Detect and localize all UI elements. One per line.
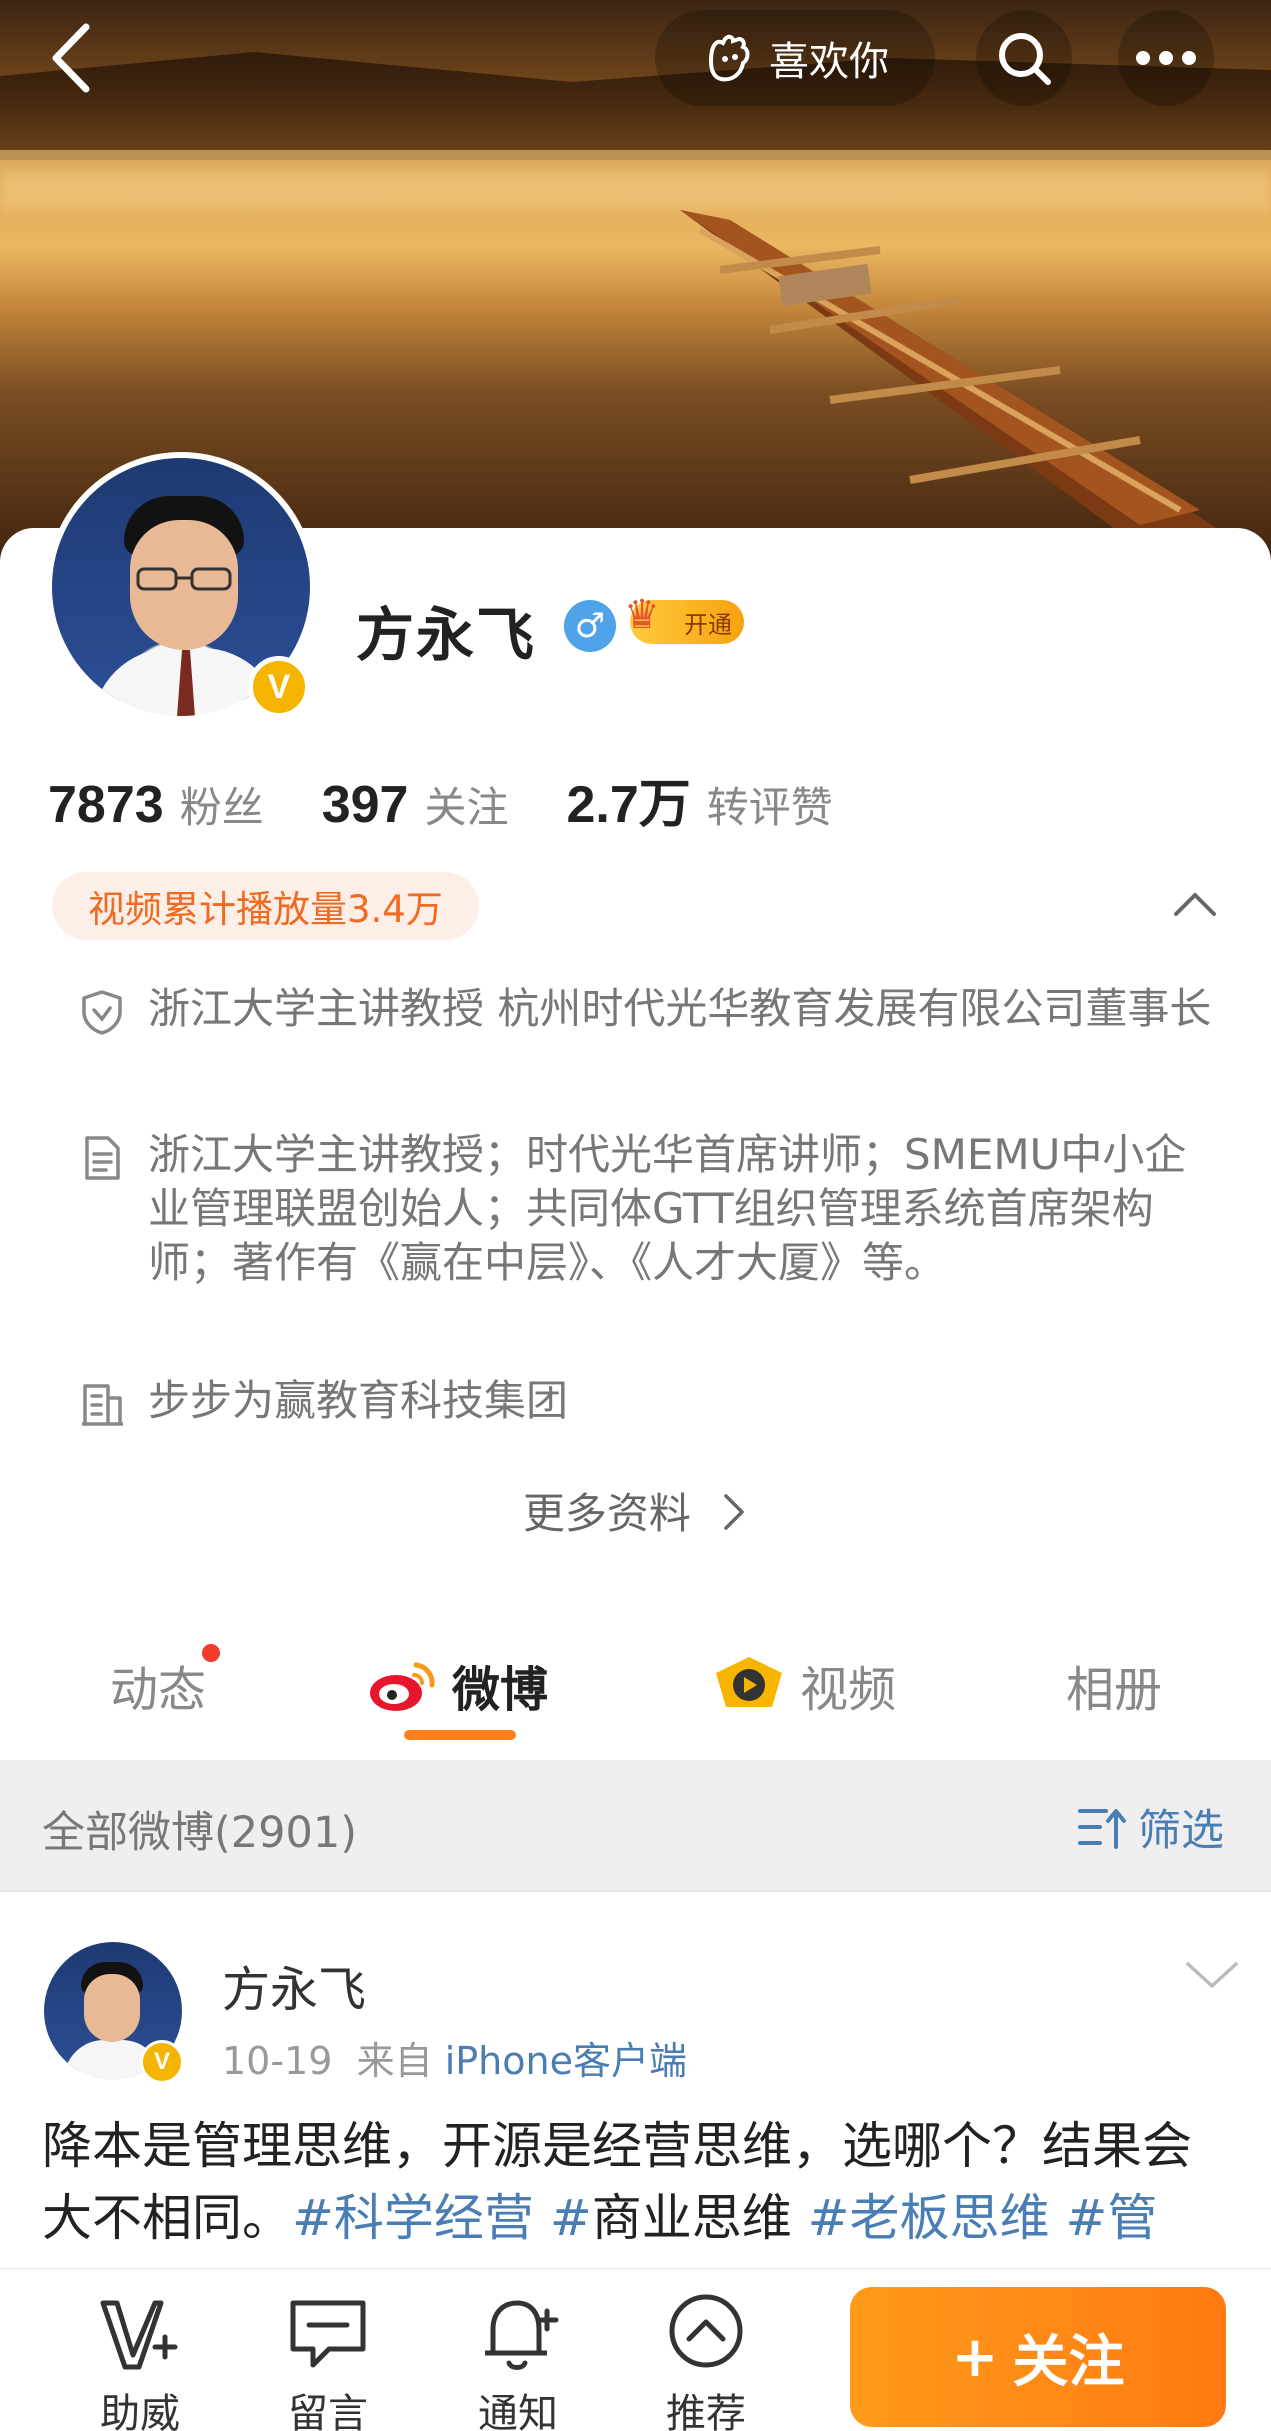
tab-dynamic[interactable]: 动态 [110, 1644, 221, 1720]
gender-male-icon: ♂ [564, 600, 616, 652]
like-you-label: 喜欢你 [769, 39, 889, 85]
tab-dynamic-label: 动态 [110, 1662, 207, 1718]
message-label: 留言 [288, 2391, 368, 2431]
vip-open-label: 开通 [684, 610, 732, 639]
more-info-link[interactable]: 更多资料 [0, 1480, 1271, 1541]
crown-icon: ♛ [624, 592, 660, 638]
stat-fans[interactable]: 7873 粉丝 [48, 774, 264, 835]
building-icon [82, 1384, 123, 1426]
info-bio: 浙江大学主讲教授；时代光华首席讲师；SMEMU中小企业管理联盟创始人；共同体GT… [78, 1128, 1228, 1290]
hashtag-business-thinking[interactable]: 商业思维 [592, 2189, 792, 2247]
plus-icon: + [951, 2324, 999, 2390]
stat-following-label: 关注 [424, 783, 509, 832]
shield-icon [82, 990, 122, 1035]
stat-interactions[interactable]: 2.7万 转评赞 [566, 762, 832, 837]
post-source[interactable]: iPhone客户端 [445, 2039, 687, 2083]
filter-label: 筛选 [1138, 1806, 1224, 1856]
feed-filter-bar: 全部微博(2901) 筛选 [0, 1760, 1271, 1890]
like-you-button[interactable]: 喜欢你 [655, 10, 935, 106]
stat-following-count: 397 [321, 776, 409, 834]
tab-album-label: 相册 [1066, 1662, 1163, 1718]
cheer-label: 助威 [100, 2391, 180, 2431]
notify-button[interactable]: 通知 [448, 2289, 588, 2431]
info-verification-text: 浙江大学主讲教授 杭州时代光华教育发展有限公司董事长 [148, 984, 1212, 1033]
post-text: 降本是管理思维，开源是经营思维，选哪个？结果会大不相同。#科学经营 #商业思维 … [42, 2110, 1232, 2254]
tab-album[interactable]: 相册 [1066, 1650, 1162, 1720]
document-icon [85, 1136, 120, 1180]
recommend-label: 推荐 [666, 2391, 746, 2431]
verified-badge: V [248, 656, 310, 718]
active-tab-indicator [404, 1730, 516, 1740]
search-icon [999, 33, 1051, 85]
follow-label: 关注 [1012, 2329, 1125, 2395]
bottom-action-bar: 助威 留言 通知 推荐 + 关注 [0, 2268, 1271, 2431]
filter-button[interactable]: 筛选 [1076, 1796, 1224, 1858]
message-icon [290, 2300, 366, 2368]
hashtag-business-thinking-hash[interactable]: # [550, 2189, 592, 2247]
stat-fans-count: 7873 [48, 776, 164, 834]
bell-plus-icon [485, 2300, 559, 2370]
chevron-down-icon[interactable] [1184, 1954, 1240, 1994]
info-company-text: 步步为赢教育科技集团 [148, 1376, 569, 1425]
stat-following[interactable]: 397 关注 [322, 774, 509, 835]
cheer-button[interactable]: 助威 [70, 2289, 210, 2431]
info-bio-text: 浙江大学主讲教授；时代光华首席讲师；SMEMU中小企业管理联盟创始人；共同体GT… [148, 1130, 1187, 1287]
weibo-logo-icon [370, 1662, 435, 1711]
canoe-illustration [680, 210, 1220, 540]
recommend-button[interactable]: 推荐 [636, 2289, 776, 2431]
info-verification: 浙江大学主讲教授 杭州时代光华教育发展有限公司董事长 [78, 982, 1228, 1036]
post-count: 全部微博(2901) [42, 1808, 357, 1858]
search-button[interactable] [976, 10, 1072, 106]
profile-name: 方永飞 [356, 601, 537, 669]
stat-interactions-label: 转评赞 [706, 783, 833, 832]
more-info-label: 更多资料 [522, 1489, 691, 1538]
stat-interactions-count: 2.7万 [566, 776, 691, 834]
hashtag-boss-thinking[interactable]: #老板思维 [808, 2189, 1050, 2247]
more-dots-icon [1136, 51, 1196, 65]
post-author-name[interactable]: 方永飞 [222, 1950, 366, 2020]
hashtag-scientific-management[interactable]: #科学经营 [292, 2189, 534, 2247]
post-verified-badge: V [140, 2040, 184, 2084]
chevron-up-icon[interactable] [1170, 880, 1220, 930]
tab-video[interactable]: 视频 [712, 1650, 896, 1720]
notify-label: 通知 [478, 2391, 558, 2431]
chevron-left-icon [52, 23, 90, 93]
tab-weibo-label: 微博 [452, 1662, 549, 1718]
profile-tabs: 动态 微博 视频 相册 [0, 1620, 1271, 1760]
tab-weibo[interactable]: 微博 [366, 1650, 548, 1720]
back-button[interactable] [40, 22, 100, 94]
video-plays-badge[interactable]: 视频累计播放量3.4万 [52, 872, 479, 940]
post-source-prefix: 来自 [356, 2039, 433, 2083]
tab-video-label: 视频 [800, 1662, 897, 1718]
profile-stats: 7873 粉丝 397 关注 2.7万 转评赞 [48, 762, 891, 837]
post-meta: 10-19 来自 iPhone客户端 [222, 2030, 687, 2085]
message-button[interactable]: 留言 [258, 2289, 398, 2431]
hand-heart-icon [708, 34, 750, 82]
hashtag-truncated[interactable]: #管 [1065, 2189, 1157, 2247]
stat-fans-label: 粉丝 [179, 783, 264, 832]
vip-open-button[interactable]: ♛ 开通 [624, 592, 744, 644]
up-circle-icon [669, 2294, 743, 2368]
chevron-right-icon [724, 1494, 744, 1530]
video-play-icon [716, 1657, 782, 1707]
top-bar: 喜欢你 [0, 0, 1271, 120]
info-company: 步步为赢教育科技集团 [78, 1374, 1228, 1428]
notification-dot [202, 1644, 221, 1662]
post-date: 10-19 [222, 2039, 333, 2083]
cheer-v-icon [100, 2300, 178, 2370]
more-button[interactable] [1118, 10, 1214, 106]
follow-button[interactable]: + 关注 [850, 2287, 1226, 2427]
filter-sort-icon [1078, 1809, 1126, 1849]
